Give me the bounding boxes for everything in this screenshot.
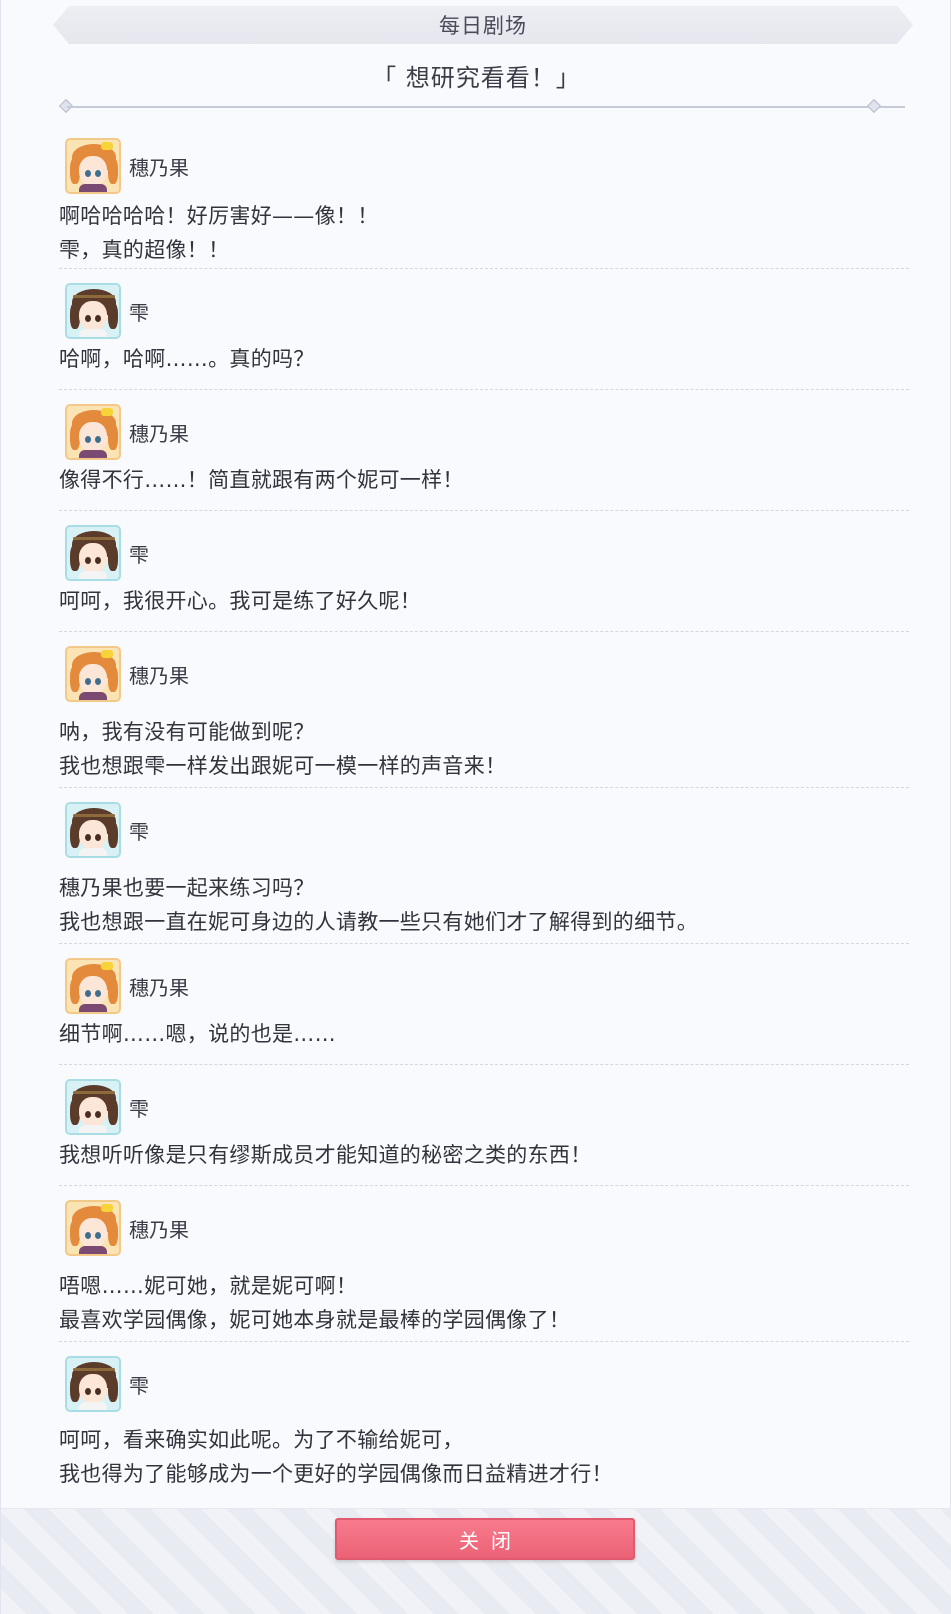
honoka-avatar [65, 404, 121, 460]
dialogue-line: 呐，我有没有可能做到呢？ [59, 720, 315, 744]
dialogue-line: 我想听听像是只有缪斯成员才能知道的秘密之类的东西！ [59, 1143, 592, 1167]
dialogue-line: 最喜欢学园偶像，妮可她本身就是最棒的学园偶像了！ [59, 1308, 571, 1332]
dialogue-entry: 雫 呵呵，我很开心。我可是练了好久呢！ [59, 511, 909, 632]
speaker-row: 穗乃果 [65, 646, 189, 702]
speaker-row: 雫 [65, 283, 149, 339]
speaker-row: 穗乃果 [65, 1200, 189, 1256]
speaker-name: 雫 [129, 1096, 149, 1121]
episode-title: 「 想研究看看！」 [372, 64, 581, 92]
honoka-avatar [65, 1200, 121, 1256]
dialogue-line: 唔嗯……妮可她，就是妮可啊！ [59, 1274, 358, 1298]
dialogue-entry: 雫 我想听听像是只有缪斯成员才能知道的秘密之类的东西！ [59, 1065, 909, 1186]
dialogue-line: 我也想跟一直在妮可身边的人请教一些只有她们才了解得到的细节。 [59, 910, 698, 934]
speaker-row: 穗乃果 [65, 404, 189, 460]
speaker-name: 穗乃果 [129, 663, 189, 688]
speaker-name: 雫 [129, 819, 149, 844]
dialogue-entry: 穗乃果 细节啊……嗯，说的也是…… [59, 944, 909, 1065]
dialogue-line: 像得不行……！简直就跟有两个妮可一样！ [59, 468, 464, 492]
dialogue-entry: 雫 哈啊，哈啊……。真的吗？ [59, 269, 909, 390]
dialogue-entry: 穗乃果 啊哈哈哈哈！好厉害好——像！！ 雫，真的超像！！ [59, 124, 909, 269]
dialogue-list[interactable]: 穗乃果 啊哈哈哈哈！好厉害好——像！！ 雫，真的超像！！ 雫 哈啊，哈啊……。真… [59, 124, 909, 1503]
dialogue-line: 穗乃果也要一起来练习吗？ [59, 876, 315, 900]
speaker-name: 雫 [129, 1373, 149, 1398]
header-title: 每日剧场 [439, 14, 527, 38]
speaker-name: 雫 [129, 300, 149, 325]
dialogue-line: 哈啊，哈啊……。真的吗？ [59, 347, 315, 371]
shizuku-avatar [65, 1356, 121, 1412]
dialogue-line: 呵呵，看来确实如此呢。为了不输给妮可， [59, 1428, 464, 1452]
dialogue-line: 我也想跟雫一样发出跟妮可一模一样的声音来！ [59, 754, 507, 778]
honoka-avatar [65, 646, 121, 702]
dialogue-entry: 雫 穗乃果也要一起来练习吗？ 我也想跟一直在妮可身边的人请教一些只有她们才了解得… [59, 788, 909, 944]
shizuku-avatar [65, 802, 121, 858]
speaker-row: 穗乃果 [65, 138, 189, 194]
dialogue-line: 呵呵，我很开心。我可是练了好久呢！ [59, 589, 422, 613]
dialogue-line: 啊哈哈哈哈！好厉害好——像！！ [59, 204, 379, 228]
speaker-name: 雫 [129, 542, 149, 567]
shizuku-avatar [65, 525, 121, 581]
dialogue-line: 我也得为了能够成为一个更好的学园偶像而日益精进才行！ [59, 1462, 613, 1486]
speaker-row: 雫 [65, 1356, 149, 1412]
speaker-row: 穗乃果 [65, 958, 189, 1014]
dialogue-entry: 穗乃果 呐，我有没有可能做到呢？ 我也想跟雫一样发出跟妮可一模一样的声音来！ [59, 632, 909, 788]
dialogue-line: 细节啊……嗯，说的也是…… [59, 1022, 336, 1046]
speaker-row: 雫 [65, 802, 149, 858]
speaker-name: 穗乃果 [129, 155, 189, 180]
title-divider [67, 106, 905, 108]
honoka-avatar [65, 138, 121, 194]
dialogue-entry: 穗乃果 像得不行……！简直就跟有两个妮可一样！ [59, 390, 909, 511]
honoka-avatar [65, 958, 121, 1014]
header-bar: 每日剧场 [53, 6, 913, 44]
speaker-name: 穗乃果 [129, 421, 189, 446]
dialogue-line: 雫，真的超像！！ [59, 238, 230, 262]
close-button[interactable]: 关闭 [335, 1518, 635, 1560]
speaker-row: 雫 [65, 1079, 149, 1135]
shizuku-avatar [65, 283, 121, 339]
title-rule-right-ornament [866, 98, 882, 114]
speaker-name: 穗乃果 [129, 975, 189, 1000]
speaker-name: 穗乃果 [129, 1217, 189, 1242]
dialogue-entry: 穗乃果 唔嗯……妮可她，就是妮可啊！ 最喜欢学园偶像，妮可她本身就是最棒的学园偶… [59, 1186, 909, 1342]
daily-theater-window: 每日剧场 「 想研究看看！」 穗乃果 啊哈哈哈哈！好厉害好——像！！ 雫，真的超… [0, 0, 951, 1614]
shizuku-avatar [65, 1079, 121, 1135]
speaker-row: 雫 [65, 525, 149, 581]
dialogue-entry: 雫 呵呵，看来确实如此呢。为了不输给妮可， 我也得为了能够成为一个更好的学园偶像… [59, 1342, 909, 1503]
